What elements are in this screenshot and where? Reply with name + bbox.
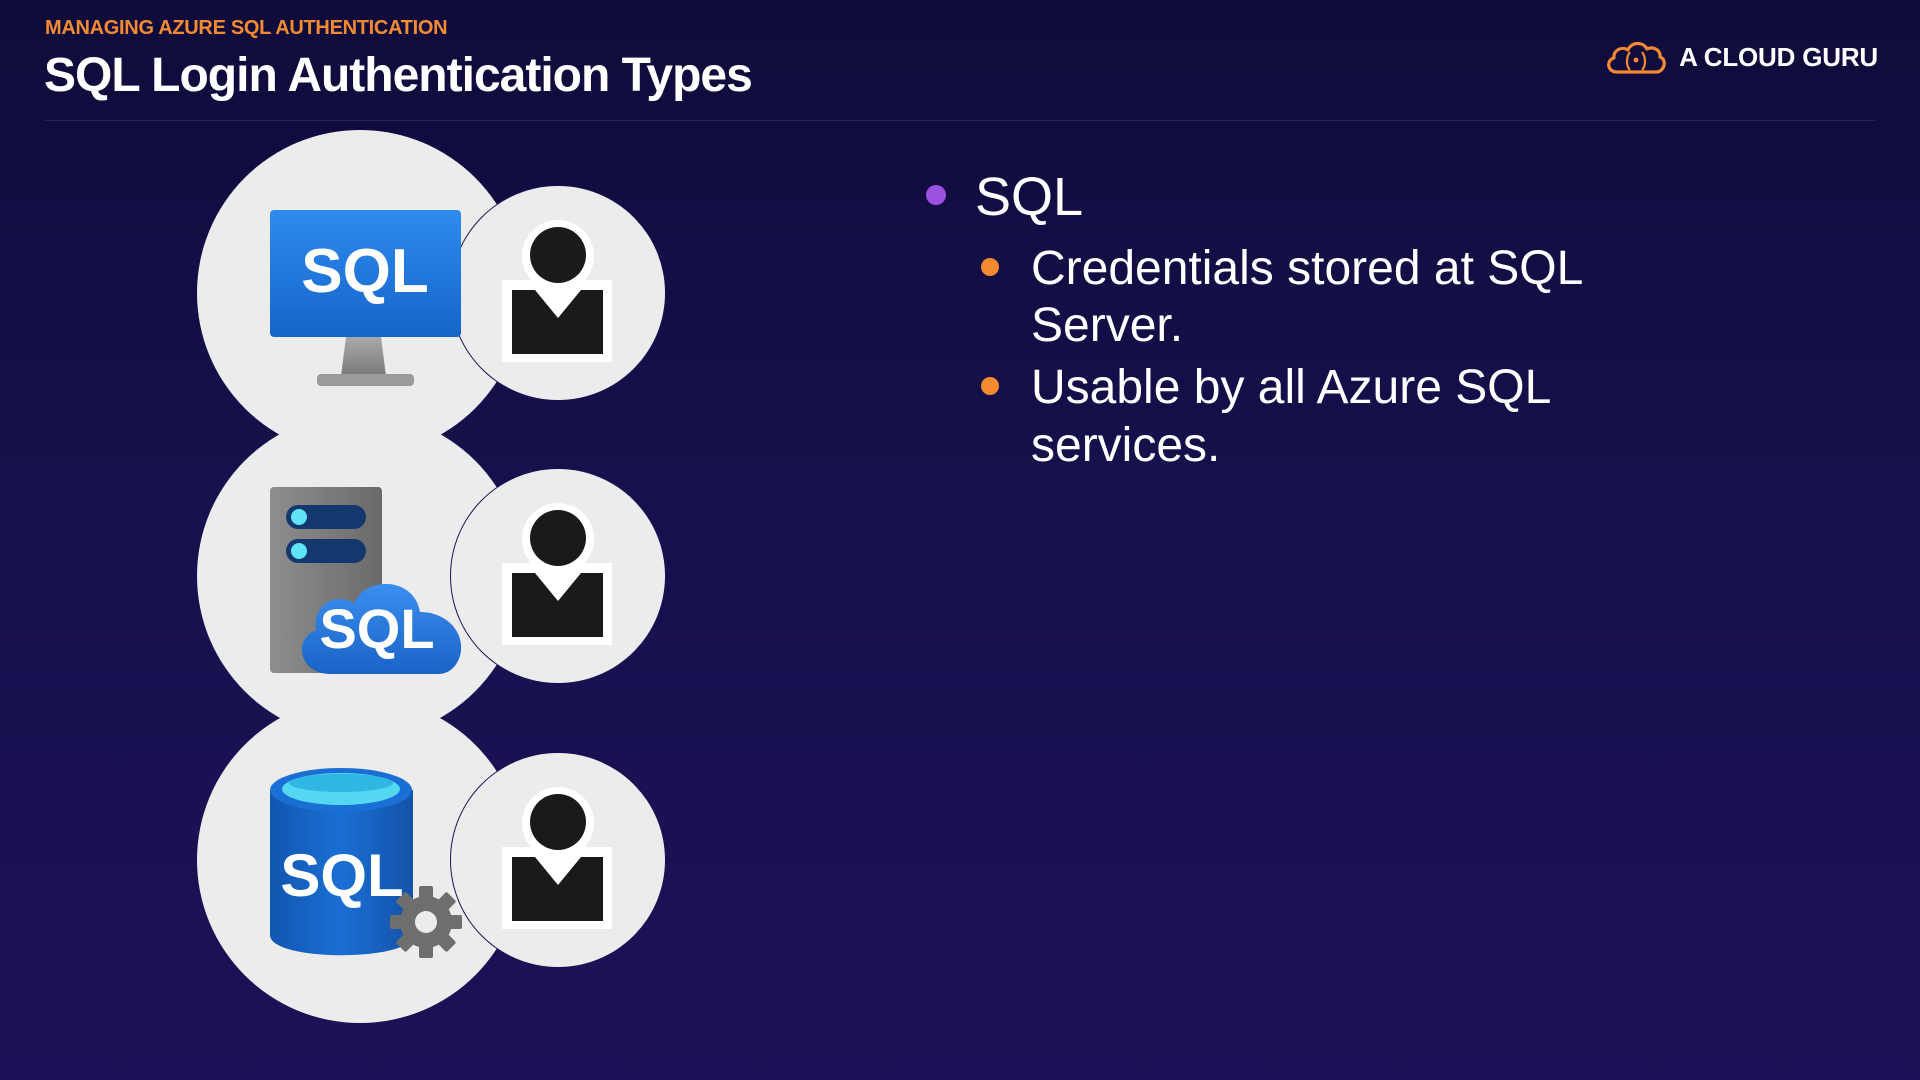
bullet-sub-text: Usable by all Azure SQL services. <box>1031 360 1550 472</box>
bullet-sub-text: Credentials stored at SQL Server. <box>1031 241 1582 353</box>
bullet-list: SQL Credentials stored at SQL Server. Us… <box>920 165 1740 478</box>
auth-type-icons: SQL SQL SQL <box>197 130 666 1023</box>
brand-name: A CLOUD GURU <box>1679 41 1878 72</box>
sql-label: SQL <box>319 597 434 660</box>
sql-label: SQL <box>280 842 403 909</box>
bullet-dot-icon <box>981 376 999 395</box>
sql-database-row: SQL <box>197 697 666 1023</box>
brand-logo: A CLOUD GURU <box>1603 38 1878 76</box>
bullet-dot-icon <box>981 257 999 276</box>
sql-cloud-row: SQL <box>197 413 666 739</box>
cloud-logo-icon <box>1607 41 1666 74</box>
gear-icon <box>390 886 462 958</box>
bullet-main-text: SQL <box>975 167 1084 227</box>
bullet-sub-item: Credentials stored at SQL Server. <box>920 240 1651 355</box>
bullet-sub-item: Usable by all Azure SQL services. <box>920 359 1651 474</box>
bullet-main: SQL <box>920 165 1740 230</box>
bullet-dot-icon <box>926 185 946 205</box>
sql-label: SQL <box>301 237 428 306</box>
sql-server-row: SQL <box>197 130 666 456</box>
